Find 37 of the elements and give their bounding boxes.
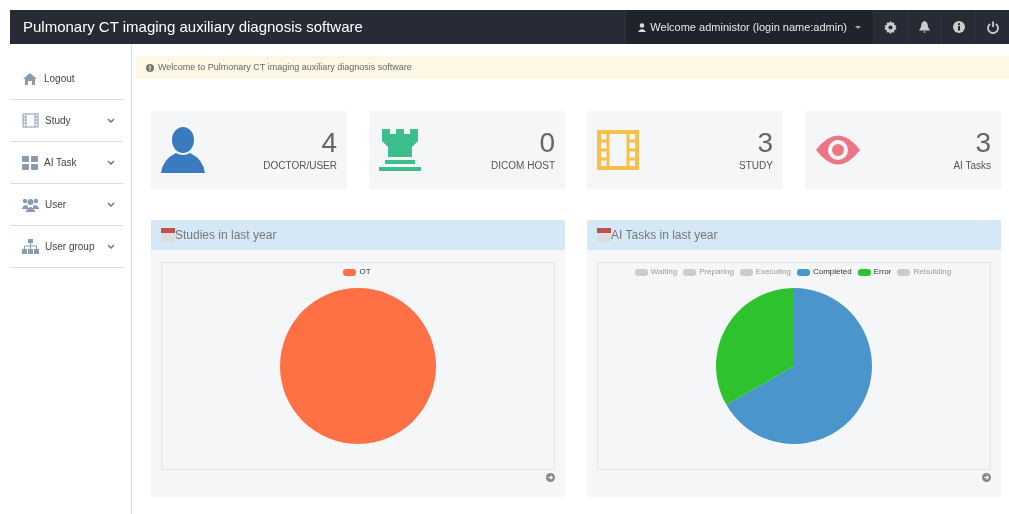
- info-icon: [146, 63, 154, 72]
- stat-label: DOCTOR/USER: [263, 158, 337, 173]
- sidebar-item[interactable]: AI Task: [10, 142, 123, 184]
- panel-title: AI Tasks in last year: [611, 227, 718, 244]
- home-icon: [22, 71, 38, 86]
- calendar-icon: [161, 228, 175, 242]
- user-menu[interactable]: Welcome administor (login name:admin): [625, 10, 873, 44]
- stat-label: DICOM HOST: [491, 158, 555, 173]
- sitemap-icon: [22, 239, 39, 254]
- arrow-right-icon[interactable]: [546, 473, 555, 482]
- sidebar-item[interactable]: User group: [10, 226, 123, 268]
- sidebar-item[interactable]: Logout: [10, 58, 123, 100]
- caret-icon: [855, 25, 861, 29]
- info-icon: [952, 21, 965, 33]
- grid-icon: [22, 155, 38, 170]
- stat-value: 3: [757, 127, 773, 158]
- legend-item[interactable]: OT: [343, 266, 371, 278]
- users-icon: [22, 197, 39, 212]
- stat-value: 4: [321, 127, 337, 158]
- sidebar-item[interactable]: User: [10, 184, 123, 226]
- stat-value: 0: [539, 127, 555, 158]
- calendar-icon: [597, 228, 611, 242]
- arrow-right-icon[interactable]: [982, 473, 991, 482]
- legend-item[interactable]: Completed: [796, 266, 852, 278]
- bell-icon: [919, 21, 930, 33]
- sidebar-item[interactable]: Study: [10, 100, 123, 142]
- power-icon: [986, 20, 999, 34]
- app-title: Pulmonary CT imaging auxiliary diagnosis software: [22, 16, 364, 37]
- film-icon: [22, 113, 39, 128]
- stat-value: 3: [975, 127, 991, 158]
- legend-item[interactable]: Error: [857, 266, 892, 278]
- stat-label: STUDY: [739, 158, 773, 173]
- panel-title: Studies in last year: [175, 227, 277, 244]
- person-icon: [638, 22, 647, 32]
- settings-icon: [884, 20, 897, 34]
- welcome-alert: Welcome to Pulmonary CT imaging auxiliary diagnosis software: [136, 56, 1009, 79]
- stat-label: AI Tasks: [953, 158, 991, 173]
